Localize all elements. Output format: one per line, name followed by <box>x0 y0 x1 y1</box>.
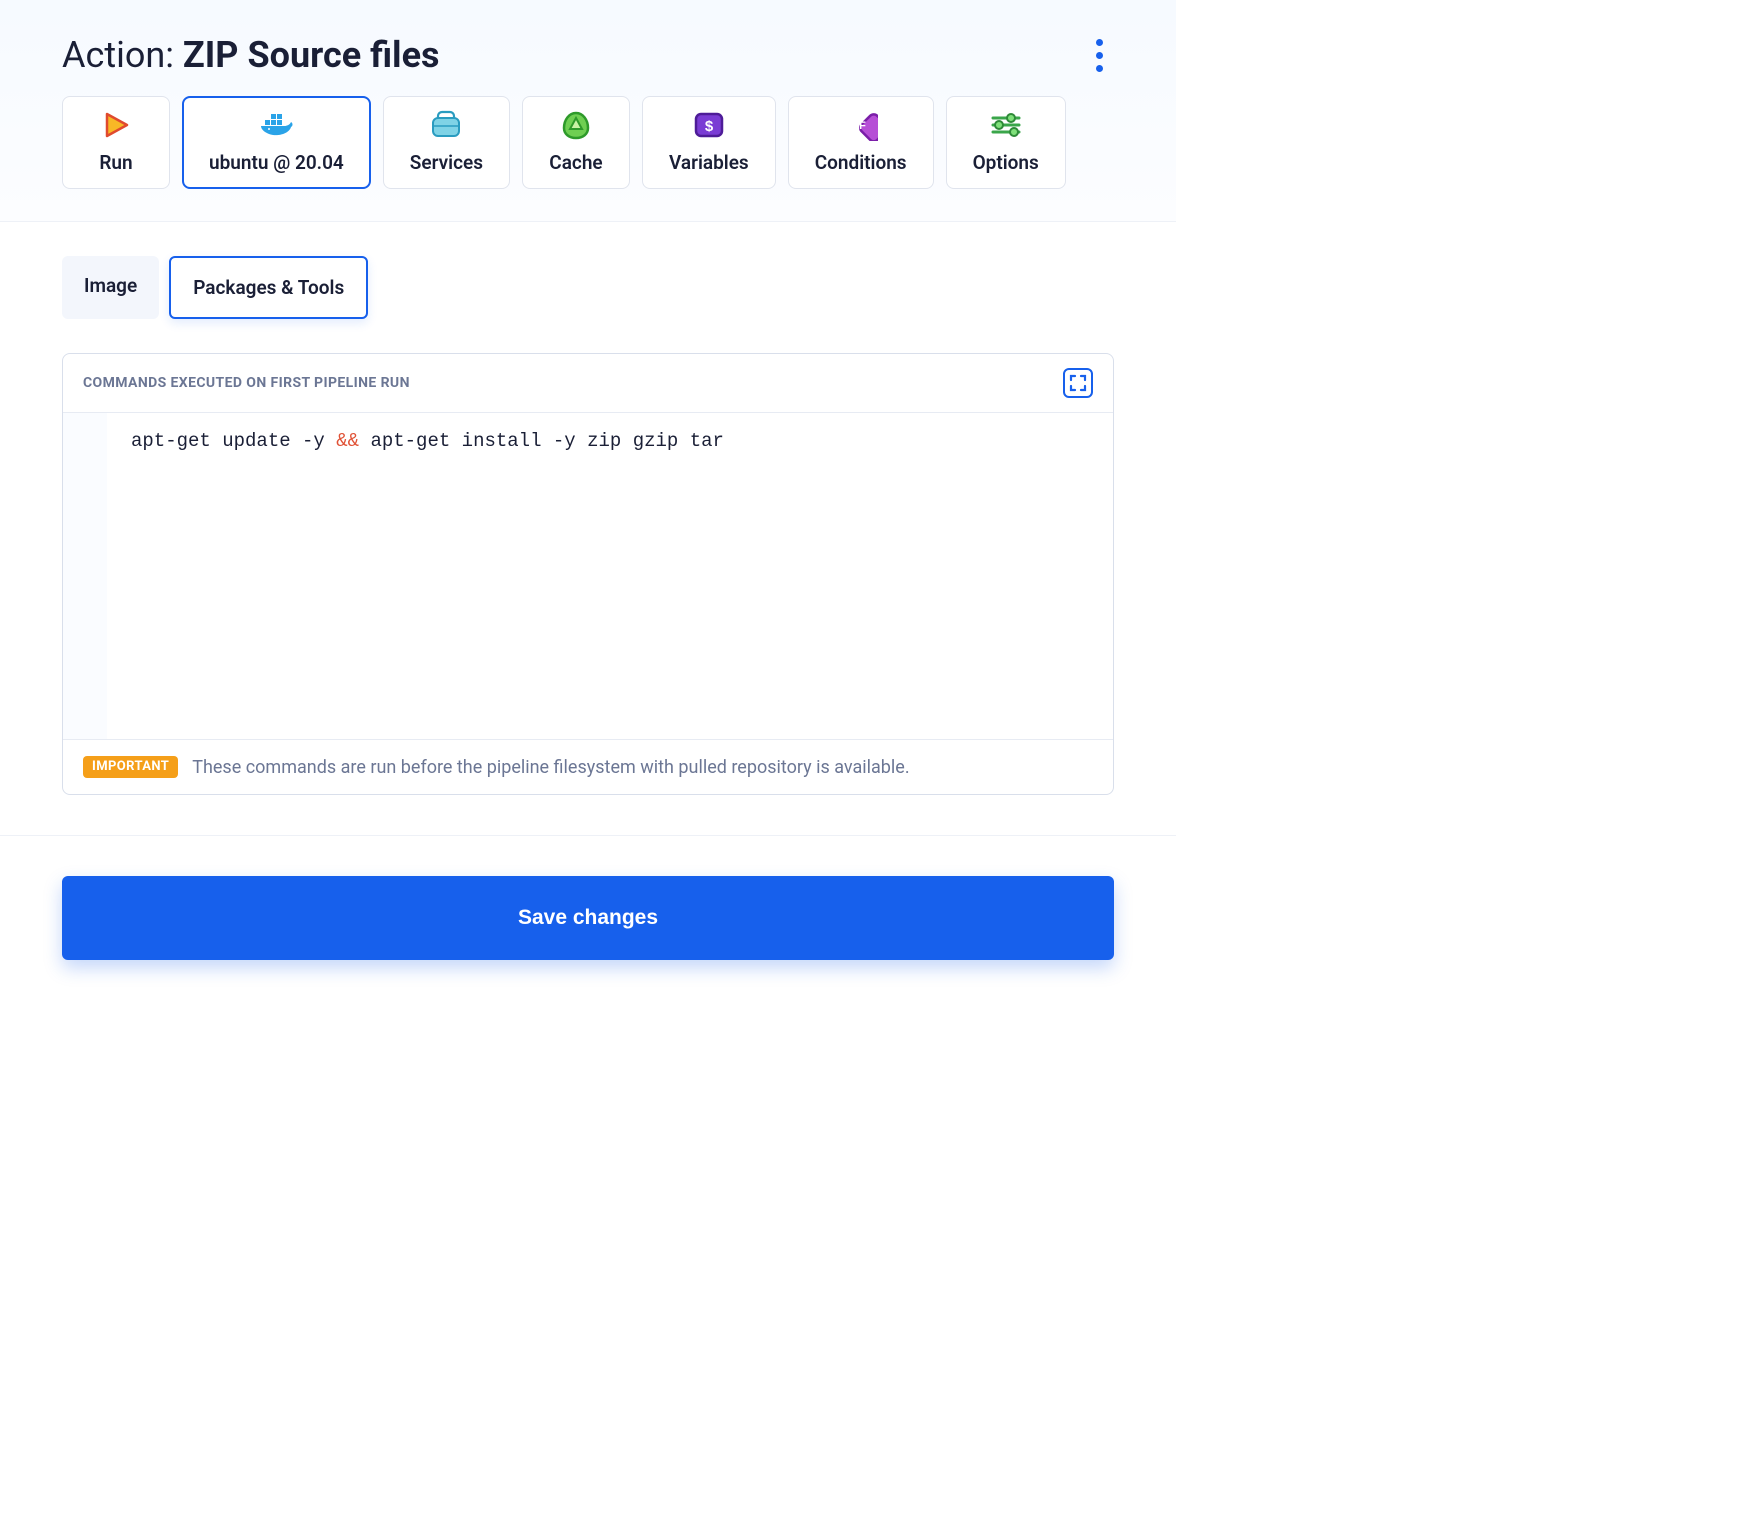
tab-conditions-label: Conditions <box>815 151 907 174</box>
tab-conditions[interactable]: IF Conditions <box>788 96 934 189</box>
tab-services-label: Services <box>410 151 483 174</box>
tab-environment-label: ubuntu @ 20.04 <box>209 151 344 174</box>
sub-tab-packages[interactable]: Packages & Tools <box>169 256 368 319</box>
tab-variables-label: Variables <box>669 151 749 174</box>
sliders-icon <box>989 109 1023 141</box>
conditions-icon: IF <box>844 109 878 141</box>
code-editor[interactable]: apt-get update -y && apt-get install -y … <box>107 413 748 739</box>
editor-note: These commands are run before the pipeli… <box>192 757 909 778</box>
tab-run[interactable]: Run <box>62 96 170 189</box>
play-icon <box>101 109 131 141</box>
tab-services[interactable]: Services <box>383 96 510 189</box>
variables-icon: $ <box>693 109 725 141</box>
tab-environment[interactable]: ubuntu @ 20.04 <box>182 96 371 189</box>
docker-icon <box>255 109 297 141</box>
sub-tab-image[interactable]: Image <box>62 256 159 319</box>
expand-button[interactable] <box>1063 368 1093 398</box>
commands-editor: COMMANDS EXECUTED ON FIRST PIPELINE RUN … <box>62 353 1114 795</box>
toolbox-icon <box>429 109 463 141</box>
more-menu-button[interactable] <box>1084 35 1114 75</box>
svg-text:$: $ <box>705 118 714 135</box>
main-tabs: Run ubuntu @ 20.04 <box>62 96 1114 221</box>
editor-heading: COMMANDS EXECUTED ON FIRST PIPELINE RUN <box>83 375 410 391</box>
tab-variables[interactable]: $ Variables <box>642 96 776 189</box>
tab-cache-label: Cache <box>549 151 602 174</box>
tab-options[interactable]: Options <box>946 96 1066 189</box>
tab-run-label: Run <box>99 151 132 174</box>
expand-icon <box>1069 374 1087 392</box>
page-title-prefix: Action: <box>62 34 183 76</box>
sub-tabs: Image Packages & Tools <box>62 256 1114 319</box>
svg-text:IF: IF <box>856 120 866 132</box>
page-title-name: ZIP Source files <box>183 34 440 76</box>
save-button[interactable]: Save changes <box>62 876 1114 960</box>
tab-options-label: Options <box>973 151 1039 174</box>
cache-icon <box>559 109 593 141</box>
editor-gutter <box>63 413 107 739</box>
tab-cache[interactable]: Cache <box>522 96 630 189</box>
page-title: Action: ZIP Source files <box>62 34 440 76</box>
important-badge: IMPORTANT <box>83 756 178 778</box>
